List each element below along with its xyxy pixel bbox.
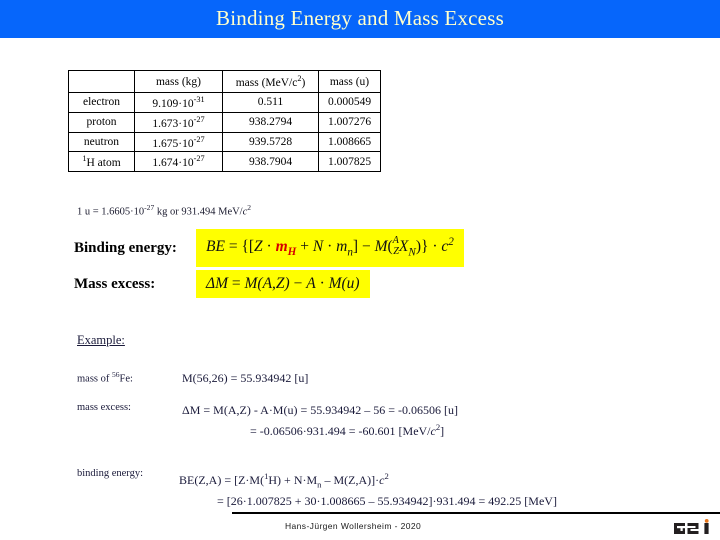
mass-excess-formula: ΔM = M(A,Z) − A · M(u) (196, 270, 370, 298)
row-label-hydrogen-atom: 1H atom (68, 151, 135, 173)
example-mass-excess-value: ΔM = M(A,Z) - A·M(u) = 55.934942 – 56 = … (182, 402, 458, 440)
cell-proton-u: 1.007276 (318, 111, 381, 133)
table-header-row: mass (kg) mass (MeV/c2) mass (u) (68, 70, 381, 93)
formula-dot: · (315, 275, 329, 292)
formula-c-sup: 2 (448, 236, 454, 248)
example-mass-label: mass of 56Fe: (77, 370, 133, 385)
cell-proton-kg: 1.673·10-27 (134, 111, 223, 133)
binding-energy-formula: BE = {[Z · mH + N · mn] − M(A Z XN)} · c2 (196, 229, 464, 268)
value-mantissa: 1.674·10 (152, 157, 194, 170)
example-mass-value: M(56,26) = 55.934942 [u] (182, 371, 309, 385)
label-post: Fe: (119, 373, 133, 385)
binding-line-1-pre: BE(Z,A) = [Z·M( (179, 473, 265, 487)
row-label-electron: electron (68, 92, 135, 113)
binding-line-2: = [26·1.007825 + 30·1.008665 – 55.934942… (217, 494, 557, 509)
cell-hydrogen-kg: 1.674·10-27 (134, 151, 223, 173)
cell-electron-kg: 9.109·10-31 (134, 92, 223, 113)
formula-m-az: M(A,Z) (244, 275, 290, 292)
formula-mh: m (275, 238, 288, 256)
row-label-proton: proton (68, 111, 135, 133)
cell-hydrogen-mev: 938.7904 (222, 151, 319, 173)
formula-mn: m (336, 238, 348, 256)
value-exponent: -27 (193, 154, 205, 164)
mass-excess-label: Mass excess: (74, 275, 156, 292)
unit-note-pre: 1 u = 1.6605·10 (77, 206, 145, 218)
value-exponent: -27 (193, 134, 205, 144)
gsi-logo (674, 519, 712, 534)
row-label-neutron: neutron (68, 131, 135, 153)
formula-z: Z (254, 238, 263, 256)
value-mantissa: 9.109·10 (152, 97, 194, 110)
value-exponent: -27 (193, 114, 205, 124)
value-exponent: -31 (193, 95, 205, 104)
formula-eq: = (228, 275, 245, 292)
atomic-mass-unit-note: 1 u = 1.6605·10-27 kg or 931.494 MeV/c2 (77, 203, 251, 218)
formula-m: M (374, 238, 388, 256)
footer-credit: Hans-Jürgen Wollersheim - 2020 (285, 521, 422, 531)
formula-dot: · (323, 238, 337, 256)
column-header-mass-kg: mass (kg) (134, 70, 223, 93)
formula-dot: · (428, 238, 442, 256)
formula-plus: + (296, 238, 313, 256)
unit-note-exponent: -27 (144, 203, 155, 212)
cell-proton-mev: 938.2794 (222, 111, 319, 133)
formula-x: X (398, 238, 409, 256)
nuclide-z: Z (393, 245, 399, 257)
excess-line-1: ΔM = M(A,Z) - A·M(u) = 55.934942 – 56 = … (182, 403, 458, 417)
formula-minus: − (358, 238, 375, 256)
binding-energy-row: Binding energy: BE = {[Z · mH + N · mn] … (74, 229, 464, 268)
binding-energy-label: Binding energy: (74, 239, 177, 256)
label-mass-number: 56 (112, 370, 120, 379)
binding-line-1-sup2: 2 (384, 471, 389, 481)
example-binding-energy-label: binding energy: (77, 468, 144, 479)
value-mantissa: 1.675·10 (152, 137, 194, 150)
example-mass-excess-label: mass excess: (77, 402, 131, 413)
table-corner-cell (68, 70, 135, 93)
footer-divider (232, 512, 720, 514)
formula-minus: − (289, 275, 307, 292)
excess-line-2: = -0.06506·931.494 = -60.601 [MeV/c2] (182, 419, 458, 440)
excess-line-2-post: ] (440, 424, 445, 438)
formula-a: A (306, 275, 316, 292)
cell-electron-u: 0.000549 (318, 92, 381, 113)
example-heading: Example: (77, 333, 125, 347)
cell-neutron-u: 1.008665 (318, 131, 381, 153)
table-row: proton 1.673·10-27 938.2794 1.007276 (68, 111, 381, 133)
excess-line-2-pre: = -0.06506·931.494 = -60.601 [MeV/ (250, 424, 431, 438)
cell-electron-mev: 0.511 (222, 92, 319, 113)
binding-line-1-mid: H) + N·M (268, 473, 318, 487)
value-mantissa: 1.673·10 (152, 117, 194, 130)
binding-line-1-mid2: – M(Z,A)]· (321, 473, 380, 487)
particle-mass-table: mass (kg) mass (MeV/c2) mass (u) electro… (68, 70, 381, 173)
isotope-name: H atom (86, 157, 121, 170)
label-pre: mass of (77, 373, 112, 385)
formula-open-brackets: {[ (241, 238, 255, 256)
table-row: neutron 1.675·10-27 939.5728 1.008665 (68, 131, 381, 153)
page-title: Binding Energy and Mass Excess (216, 6, 504, 30)
nuclide-indices: AZ (393, 236, 399, 257)
formula-delta-m: ΔM (206, 275, 229, 292)
unit-note-c-sup: 2 (247, 203, 252, 212)
example-binding-energy-value: BE(Z,A) = [Z·M(1H) + N·Mn – M(Z,A)]·c2 = … (179, 468, 557, 510)
column-header-mass-u: mass (u) (318, 70, 381, 93)
cell-hydrogen-u: 1.007825 (318, 151, 381, 173)
cell-neutron-mev: 939.5728 (222, 131, 319, 153)
table-row: electron 9.109·10-31 0.511 0.000549 (68, 92, 381, 113)
formula-be: BE (206, 238, 225, 256)
formula-dot: · (262, 238, 276, 256)
cell-neutron-kg: 1.675·10-27 (134, 131, 223, 153)
formula-m-u: M(u) (328, 275, 360, 292)
mass-excess-row: Mass excess: ΔM = M(A,Z) − A · M(u) (74, 270, 370, 298)
unit-note-mid: kg or 931.494 MeV/ (154, 206, 243, 218)
formula-x-sub-n: N (408, 246, 416, 259)
table-row: 1H atom 1.674·10-27 938.7904 1.007825 (68, 151, 381, 173)
formula-eq: = (224, 238, 242, 256)
formula-n: N (312, 238, 324, 256)
mev-header-post: ) (301, 76, 306, 89)
column-header-mass-mev: mass (MeV/c2) (222, 70, 319, 93)
mev-header-pre: mass (MeV/c (235, 76, 298, 89)
